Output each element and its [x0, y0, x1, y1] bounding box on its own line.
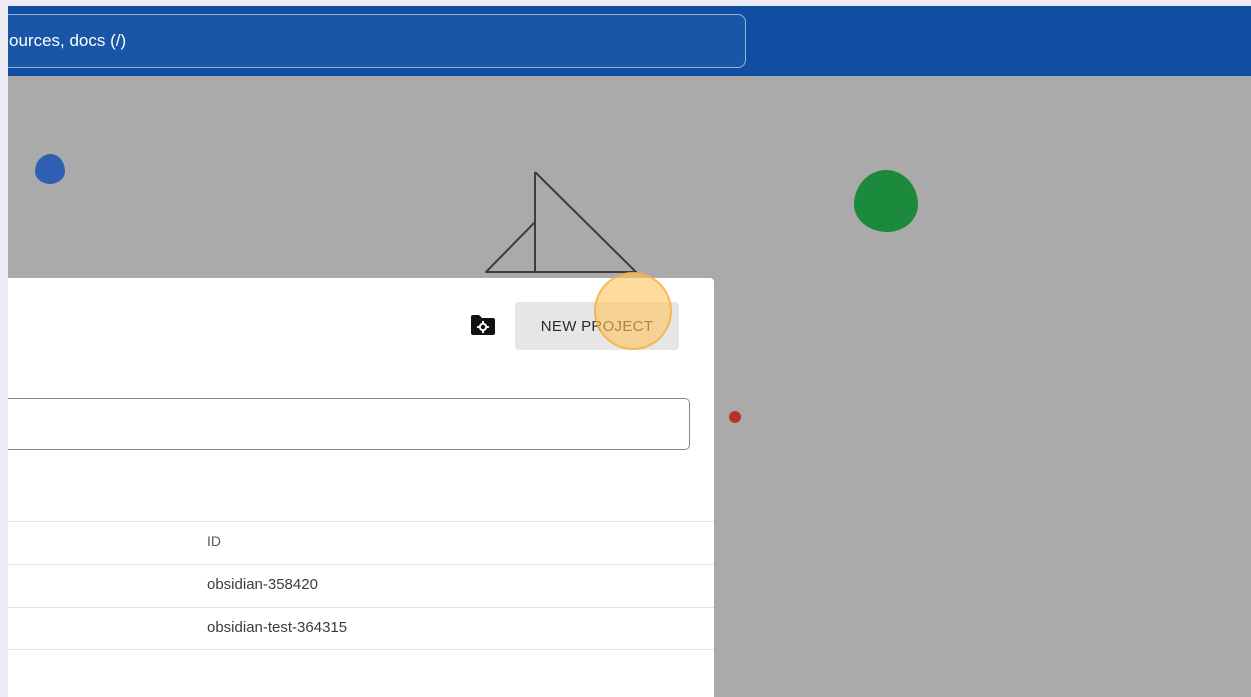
- table-header-row: ID: [8, 521, 714, 564]
- project-id-cell: obsidian-test-364315: [207, 619, 348, 636]
- top-app-bar: ources, docs (/): [8, 6, 1251, 76]
- table-row[interactable]: obsidian-test-364315: [8, 607, 714, 650]
- column-header-id: ID: [207, 533, 221, 549]
- green-decoration: [854, 170, 918, 232]
- new-project-button[interactable]: NEW PROJECT: [515, 302, 679, 350]
- red-decoration: [729, 411, 741, 423]
- select-project-dialog: NEW PROJECT ID obsidian-358420 obsidian-…: [8, 272, 714, 697]
- table-row[interactable]: obsidian-358420: [8, 564, 714, 607]
- search-input[interactable]: ources, docs (/): [8, 14, 746, 68]
- blue-decoration: [35, 154, 65, 184]
- search-placeholder-text: ources, docs (/): [9, 31, 127, 50]
- project-filter-input[interactable]: [8, 398, 690, 450]
- folder-settings-icon[interactable]: [470, 314, 496, 336]
- app-stage: ources, docs (/) NEW PROJECT ID obsidian…: [8, 6, 1251, 697]
- project-id-cell: obsidian-358420: [207, 576, 318, 593]
- sailboat-illustration: [485, 171, 637, 273]
